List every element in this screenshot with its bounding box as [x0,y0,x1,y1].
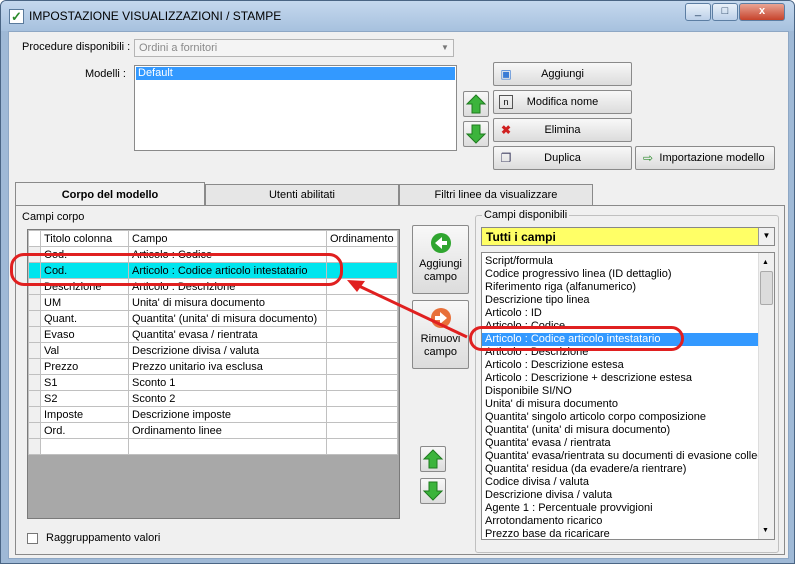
main-window: ✓ IMPOSTAZIONE VISUALIZZAZIONI / STAMPE … [0,0,795,564]
highlight-arrow [347,280,468,339]
